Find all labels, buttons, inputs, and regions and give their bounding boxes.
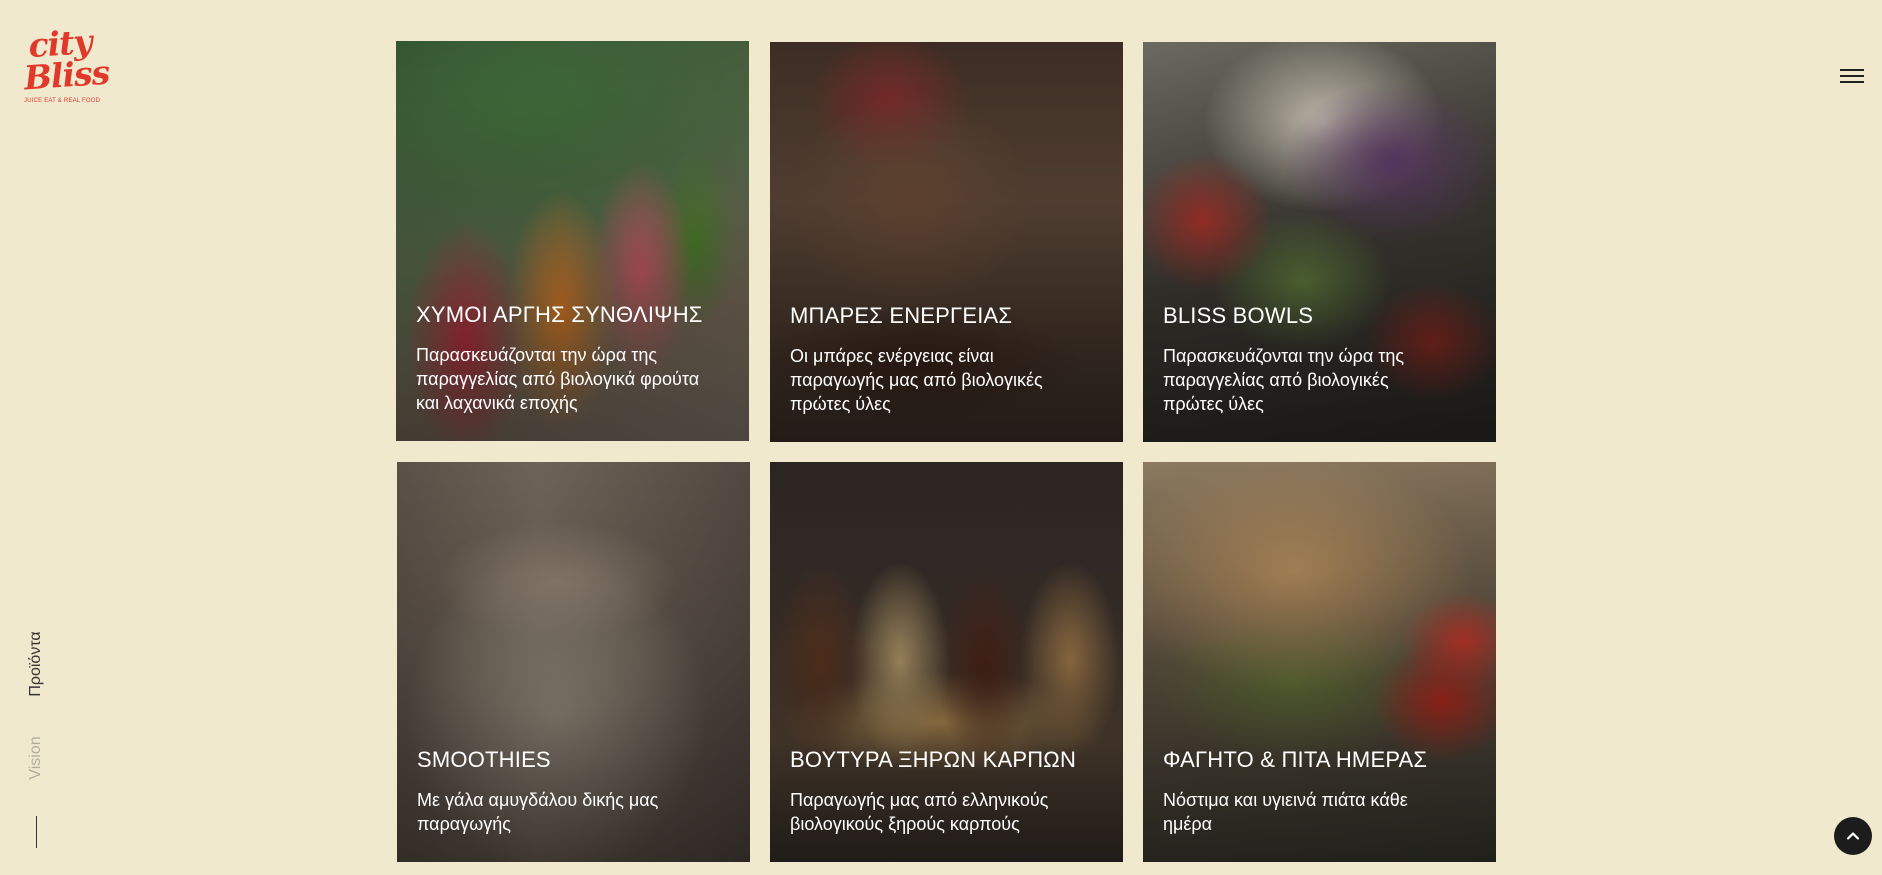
side-nav-indicator-line bbox=[36, 816, 37, 848]
product-card-daily-food[interactable]: ΦΑΓΗΤΟ & ΠΙΤΑ ΗΜΕΡΑΣ Νόστιμα και υγιεινά… bbox=[1143, 462, 1496, 862]
logo-word-bliss: Bliss bbox=[22, 52, 111, 98]
card-title: ΜΠΑΡΕΣ ΕΝΕΡΓΕΙΑΣ bbox=[790, 303, 1013, 328]
card-description: Οι μπάρες ενέργειας είναι παραγωγής μας … bbox=[790, 346, 1043, 414]
product-card-nut-butters[interactable]: ΒΟΥΤΥΡΑ ΞΗΡΩΝ ΚΑΡΠΩΝ Παραγωγής μας από ε… bbox=[770, 462, 1123, 862]
card-title: SMOOTHIES bbox=[417, 747, 551, 772]
product-card-juices[interactable]: ΧΥΜΟΙ ΑΡΓΗΣ ΣΥΝΘΛΙΨΗΣ Παρασκευάζονται τη… bbox=[396, 41, 749, 441]
card-description: Με γάλα αμυγδάλου δικής μας παραγωγής bbox=[417, 790, 659, 834]
card-description: Νόστιμα και υγιεινά πιάτα κάθε ημέρα bbox=[1163, 790, 1408, 834]
back-to-top-button[interactable] bbox=[1834, 817, 1872, 855]
card-description: Παραγωγής μας από ελληνικούς βιολογικούς… bbox=[790, 790, 1049, 834]
chevron-up-icon bbox=[1846, 832, 1860, 840]
side-nav-item-vision[interactable]: Vision bbox=[27, 736, 45, 779]
side-nav-item-products[interactable]: Προϊόντα bbox=[27, 631, 45, 696]
card-description: Παρασκευάζονται την ώρα της παραγγελίας … bbox=[416, 345, 700, 413]
product-card-bliss-bowls[interactable]: BLISS BOWLS Παρασκευάζονται την ώρα της … bbox=[1143, 42, 1496, 442]
logo-tagline: JUICE EAT & REAL FOOD bbox=[24, 98, 101, 104]
product-card-smoothies[interactable]: SMOOTHIES Με γάλα αμυγδάλου δικής μας πα… bbox=[397, 462, 750, 862]
card-title: ΦΑΓΗΤΟ & ΠΙΤΑ ΗΜΕΡΑΣ bbox=[1163, 747, 1428, 772]
card-title: ΧΥΜΟΙ ΑΡΓΗΣ ΣΥΝΘΛΙΨΗΣ bbox=[416, 302, 703, 327]
menu-bar bbox=[1840, 69, 1864, 71]
card-title: ΒΟΥΤΥΡΑ ΞΗΡΩΝ ΚΑΡΠΩΝ bbox=[790, 747, 1077, 772]
hamburger-menu-icon[interactable] bbox=[1838, 66, 1866, 86]
logo[interactable]: city Bliss JUICE EAT & REAL FOOD bbox=[22, 22, 111, 132]
side-nav: Προϊόντα Vision bbox=[16, 620, 56, 860]
product-card-energy-bars[interactable]: ΜΠΑΡΕΣ ΕΝΕΡΓΕΙΑΣ Οι μπάρες ενέργειας είν… bbox=[770, 42, 1123, 442]
card-title: BLISS BOWLS bbox=[1163, 303, 1314, 328]
card-description: Παρασκευάζονται την ώρα της παραγγελίας … bbox=[1163, 346, 1405, 414]
menu-bar bbox=[1840, 81, 1864, 83]
menu-bar bbox=[1840, 75, 1864, 77]
